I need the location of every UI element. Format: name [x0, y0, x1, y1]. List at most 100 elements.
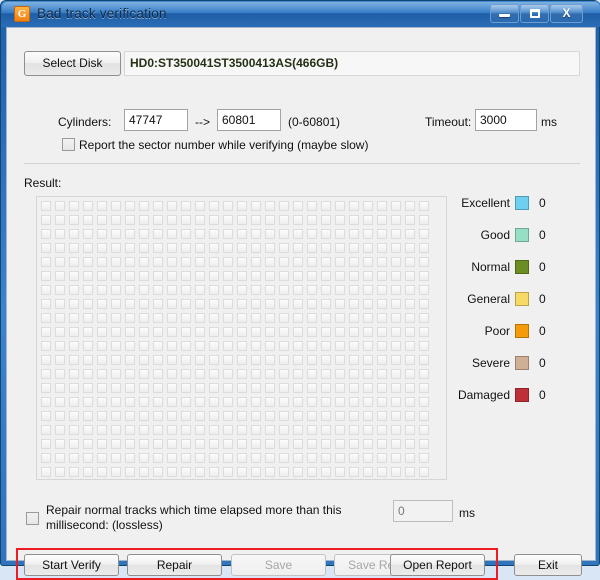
track-cell[interactable] [125, 327, 135, 337]
track-cell[interactable] [321, 285, 331, 295]
track-cell[interactable] [195, 243, 205, 253]
track-cell[interactable] [237, 201, 247, 211]
track-cell[interactable] [405, 201, 415, 211]
track-cell[interactable] [223, 341, 233, 351]
track-cell[interactable] [69, 229, 79, 239]
track-cell[interactable] [223, 411, 233, 421]
track-cell[interactable] [195, 425, 205, 435]
track-cell[interactable] [293, 257, 303, 267]
track-cell[interactable] [181, 229, 191, 239]
track-cell[interactable] [83, 327, 93, 337]
track-cell[interactable] [363, 327, 373, 337]
track-cell[interactable] [363, 271, 373, 281]
track-cell[interactable] [195, 439, 205, 449]
track-cell[interactable] [279, 425, 289, 435]
repair-threshold-input[interactable] [393, 500, 453, 522]
track-cell[interactable] [307, 243, 317, 253]
track-cell[interactable] [251, 215, 261, 225]
track-cell[interactable] [265, 327, 275, 337]
track-cell[interactable] [335, 425, 345, 435]
track-cell[interactable] [321, 453, 331, 463]
track-cell[interactable] [167, 355, 177, 365]
track-cell[interactable] [405, 439, 415, 449]
track-cell[interactable] [83, 201, 93, 211]
track-cell[interactable] [321, 355, 331, 365]
track-cell[interactable] [139, 453, 149, 463]
track-cell[interactable] [97, 299, 107, 309]
track-cell[interactable] [251, 439, 261, 449]
track-cell[interactable] [391, 397, 401, 407]
track-cell[interactable] [69, 299, 79, 309]
track-cell[interactable] [111, 257, 121, 267]
track-cell[interactable] [335, 271, 345, 281]
track-cell[interactable] [195, 355, 205, 365]
track-cell[interactable] [321, 271, 331, 281]
track-cell[interactable] [223, 397, 233, 407]
track-cell[interactable] [139, 467, 149, 477]
track-cell[interactable] [251, 453, 261, 463]
track-cell[interactable] [209, 299, 219, 309]
track-cell[interactable] [335, 341, 345, 351]
track-cell[interactable] [83, 257, 93, 267]
track-cell[interactable] [97, 313, 107, 323]
track-cell[interactable] [181, 201, 191, 211]
track-cell[interactable] [55, 201, 65, 211]
track-cell[interactable] [139, 383, 149, 393]
track-cell[interactable] [195, 215, 205, 225]
track-cell[interactable] [391, 327, 401, 337]
track-cell[interactable] [111, 313, 121, 323]
track-cell[interactable] [265, 341, 275, 351]
track-cell[interactable] [223, 383, 233, 393]
track-cell[interactable] [405, 299, 415, 309]
track-cell[interactable] [41, 271, 51, 281]
track-cell[interactable] [55, 341, 65, 351]
track-cell[interactable] [55, 453, 65, 463]
track-cell[interactable] [363, 425, 373, 435]
track-cell[interactable] [97, 271, 107, 281]
track-cell[interactable] [55, 383, 65, 393]
track-cell[interactable] [153, 215, 163, 225]
report-sector-checkbox[interactable] [62, 138, 75, 151]
track-cell[interactable] [97, 201, 107, 211]
track-cell[interactable] [69, 313, 79, 323]
track-cell[interactable] [293, 229, 303, 239]
track-cell[interactable] [349, 425, 359, 435]
track-cell[interactable] [111, 243, 121, 253]
track-cell[interactable] [83, 411, 93, 421]
track-cell[interactable] [335, 467, 345, 477]
track-cell[interactable] [391, 411, 401, 421]
track-cell[interactable] [377, 313, 387, 323]
track-cell[interactable] [419, 285, 429, 295]
track-cell[interactable] [111, 327, 121, 337]
track-cell[interactable] [97, 285, 107, 295]
track-cell[interactable] [83, 229, 93, 239]
track-cell[interactable] [307, 397, 317, 407]
track-cell[interactable] [83, 439, 93, 449]
track-cell[interactable] [293, 327, 303, 337]
track-cell[interactable] [363, 229, 373, 239]
track-cell[interactable] [167, 215, 177, 225]
track-cell[interactable] [265, 383, 275, 393]
track-cell[interactable] [223, 453, 233, 463]
track-cell[interactable] [279, 257, 289, 267]
track-cell[interactable] [237, 467, 247, 477]
track-cell[interactable] [391, 453, 401, 463]
track-cell[interactable] [139, 327, 149, 337]
track-cell[interactable] [321, 369, 331, 379]
track-cell[interactable] [223, 201, 233, 211]
track-cell[interactable] [321, 243, 331, 253]
track-cell[interactable] [349, 383, 359, 393]
track-cell[interactable] [335, 243, 345, 253]
track-cell[interactable] [279, 383, 289, 393]
track-cell[interactable] [181, 327, 191, 337]
track-cell[interactable] [363, 243, 373, 253]
track-cell[interactable] [181, 439, 191, 449]
track-cell[interactable] [405, 453, 415, 463]
track-cell[interactable] [209, 411, 219, 421]
track-cell[interactable] [69, 215, 79, 225]
track-cell[interactable] [69, 467, 79, 477]
track-cell[interactable] [97, 383, 107, 393]
track-cell[interactable] [181, 425, 191, 435]
cylinder-to-input[interactable] [217, 109, 281, 131]
track-cell[interactable] [419, 439, 429, 449]
